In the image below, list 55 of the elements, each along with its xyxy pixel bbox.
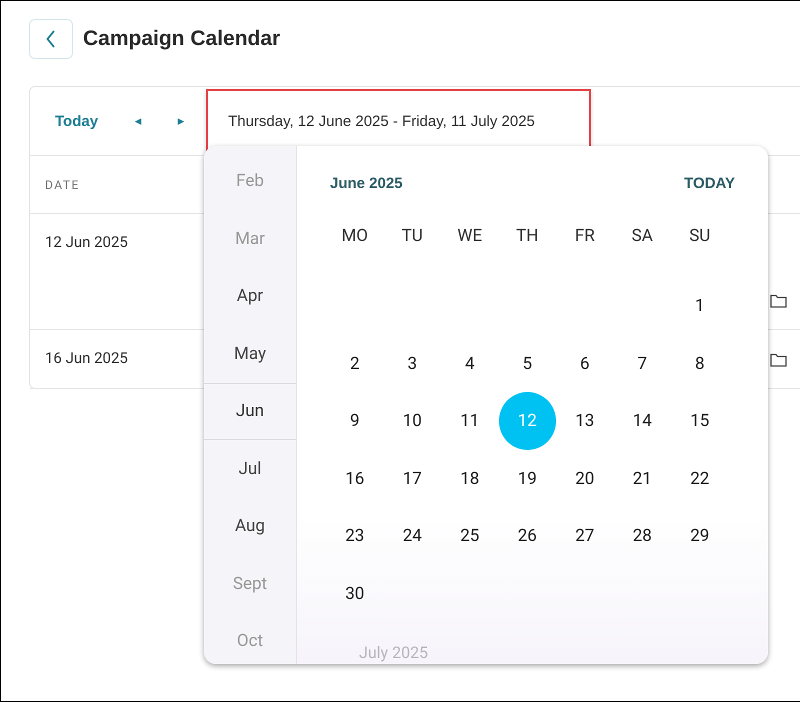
day-button[interactable]: 2 — [326, 334, 384, 392]
day-button[interactable]: 23 — [326, 507, 384, 565]
day-button[interactable]: 9 — [326, 392, 384, 450]
today-link[interactable]: TODAY — [684, 174, 735, 192]
weekday-label: TH — [515, 225, 540, 246]
day-button[interactable]: 7 — [614, 334, 671, 392]
day-button[interactable]: 29 — [671, 507, 728, 565]
next-button[interactable]: ▸ — [166, 114, 196, 128]
day-button[interactable]: 17 — [384, 450, 441, 508]
month-item[interactable]: May — [204, 325, 296, 382]
month-item[interactable]: Jul — [204, 440, 296, 498]
day-button[interactable]: 11 — [441, 392, 498, 450]
table-cell-text: 16 Jun 2025 — [44, 348, 129, 367]
weekday-label: SA — [630, 225, 654, 246]
month-title: July 2025 — [359, 643, 428, 662]
day-button[interactable]: 10 — [384, 392, 441, 450]
day-button[interactable]: 1 — [671, 277, 728, 335]
weekday-label: TU — [400, 225, 424, 246]
day-button[interactable]: 3 — [384, 334, 441, 392]
day-button[interactable]: 20 — [556, 450, 614, 508]
day-button[interactable]: 16 — [326, 450, 384, 508]
day-button[interactable]: 19 — [498, 450, 556, 508]
day-button[interactable]: 14 — [614, 392, 671, 450]
weekday-label: WE — [456, 225, 484, 246]
page-title: Campaign Calendar — [83, 27, 280, 51]
day-button[interactable]: 28 — [614, 507, 671, 565]
day-button[interactable]: 27 — [556, 507, 614, 565]
day-button[interactable]: 6 — [556, 334, 614, 392]
month-item[interactable]: Jun — [204, 382, 296, 440]
month-title: June 2025 — [330, 174, 403, 192]
previous-button[interactable]: ◂ — [123, 114, 154, 128]
folder-icon — [770, 294, 787, 308]
day-button[interactable]: 25 — [441, 507, 498, 565]
weekday-label: FR — [574, 225, 596, 246]
back-button[interactable] — [29, 19, 73, 59]
month-item[interactable]: Apr — [204, 268, 296, 325]
column-header: DATE — [45, 178, 80, 192]
weekday-label: MO — [340, 225, 370, 246]
folder-icon — [770, 353, 787, 367]
table-cell-text: 12 Jun 2025 — [44, 232, 129, 251]
day-button[interactable]: 4 — [441, 334, 498, 392]
weekday-label: SU — [688, 225, 712, 246]
day-button[interactable]: 13 — [556, 392, 614, 450]
month-item[interactable]: Aug — [204, 498, 296, 555]
day-button[interactable]: 5 — [498, 334, 556, 392]
day-button[interactable]: 22 — [671, 450, 728, 508]
day-button[interactable]: 26 — [498, 507, 556, 565]
chevron-left-icon — [46, 30, 56, 48]
day-button[interactable]: 21 — [614, 450, 671, 508]
today-button[interactable]: Today — [55, 112, 98, 130]
day-button[interactable]: 24 — [384, 507, 441, 565]
day-button[interactable]: 15 — [671, 392, 728, 450]
day-button[interactable]: 30 — [326, 564, 384, 622]
day-button[interactable]: 8 — [671, 334, 728, 392]
day-button[interactable]: 18 — [441, 450, 498, 508]
